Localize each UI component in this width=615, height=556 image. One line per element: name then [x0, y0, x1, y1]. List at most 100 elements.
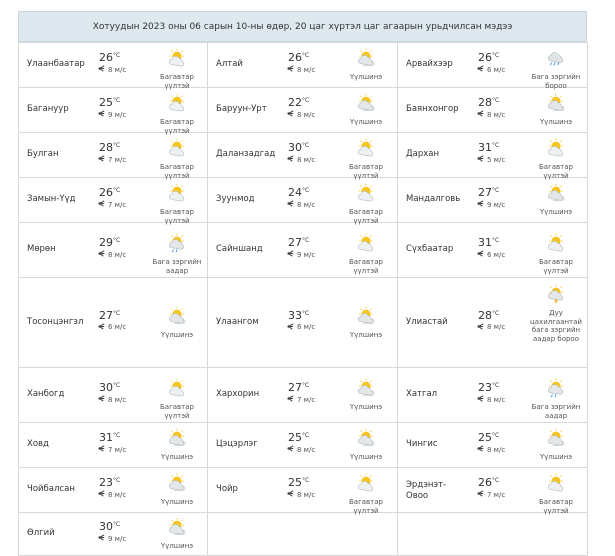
forecast-row: Мөрөн 29°C 8 м/с Бага зэргийн аадар Сайншанд…: [18, 222, 588, 278]
cloudy-icon: [355, 93, 377, 117]
forecast-title: Хотуудын 2023 оны 06 сарын 10-ны өдөр, 2…: [18, 11, 587, 42]
temperature-unit: °C: [302, 309, 310, 317]
temperature: 24°C: [288, 185, 309, 199]
wind-speed: 8 м/с: [487, 445, 506, 454]
temperature-unit: °C: [302, 432, 310, 439]
cloudy-icon: [355, 378, 377, 402]
forecast-row: Ховд 31°C 7 м/с Үүлшинэ Цэцэрлэг 25°C 8 м/с Үүл…: [18, 422, 588, 468]
forecast-row: Чойбалсан 23°C 8 м/с Үүлшинэ Чойр 25°C 8 м/с Ба…: [18, 467, 588, 515]
wind-icon: [286, 322, 295, 333]
city-name: Баганууp: [27, 104, 69, 114]
weather: Үүлшинэ: [147, 428, 207, 462]
city-cell: Хархорин 27°C 7 м/с Үүлшинэ: [207, 367, 398, 423]
wind: 8 м/с: [286, 489, 315, 500]
wind: 7 м/с: [97, 154, 126, 165]
temperature: 27°C: [288, 380, 309, 394]
forecast-row: Замын-Үүд 26°C 7 м/с Багавтар үүлтэй Зуунмод…: [18, 177, 588, 225]
city-cell: Мөрөн 29°C 8 м/с Бага зэргийн аадар: [18, 222, 208, 278]
weather: Бага зэргийн аадар: [526, 378, 586, 420]
weather-condition: Үүлшинэ: [349, 330, 383, 339]
wind-speed: 7 м/с: [487, 490, 506, 499]
weather-condition: Бага зэргийн аадар: [152, 258, 202, 275]
wind-speed: 9 м/с: [108, 110, 127, 119]
temperature-unit: °C: [492, 97, 500, 104]
temperature-value: 26: [288, 51, 302, 64]
temperature-value: 27: [288, 236, 302, 249]
temperature: 26°C: [478, 50, 499, 64]
city-name: Улиастай: [406, 316, 448, 327]
shower-icon: [545, 378, 567, 402]
weather: Багавтар үүлтэй: [147, 183, 207, 225]
wind: 9 м/с: [476, 199, 505, 210]
wind: 8 м/с: [476, 444, 505, 455]
weather-condition: Үүлшинэ: [539, 453, 573, 461]
weather: Үүлшинэ: [147, 517, 207, 551]
wind-speed: 8 м/с: [487, 323, 506, 331]
temperature-value: 25: [478, 431, 492, 444]
city-name: Ханбогд: [27, 389, 65, 399]
wind: 6 м/с: [476, 64, 505, 75]
wind: 9 м/с: [97, 533, 126, 544]
temperature-value: 23: [478, 381, 492, 394]
temperature: 29°C: [99, 235, 120, 249]
weather: Үүлшинэ: [526, 183, 586, 217]
temperature: 25°C: [288, 475, 309, 489]
temperature-unit: °C: [113, 477, 121, 484]
cloudy-icon: [545, 93, 567, 117]
city-cell: Хатгал 23°C 8 м/с Бага зэргийн аадар: [397, 367, 588, 423]
wind-icon: [97, 322, 106, 333]
cloudy-icon: [166, 473, 188, 497]
wind-icon: [97, 109, 106, 120]
weather-condition: Үүлшинэ: [349, 118, 383, 126]
temperature-value: 23: [99, 476, 113, 489]
wind-speed: 6 м/с: [487, 250, 506, 259]
wind-speed: 9 м/с: [487, 200, 506, 209]
wind-speed: 6 м/с: [297, 323, 316, 331]
wind-speed: 7 м/с: [108, 200, 127, 209]
wind: 8 м/с: [286, 199, 315, 210]
temperature-value: 30: [288, 141, 302, 154]
forecast-table-container: Хотуудын 2023 оны 06 сарын 10-ны өдөр, 2…: [18, 11, 588, 556]
weather: Үүлшинэ: [336, 93, 396, 127]
wind: 5 м/с: [476, 154, 505, 165]
temperature: 27°C: [478, 185, 499, 199]
city-name: Даланзадгад: [216, 149, 276, 159]
weather: Багавтар үүлтэй: [336, 473, 396, 515]
city-cell: Улиастай 28°C 8 м/с Дуу цахилгаантай бага з…: [397, 277, 588, 368]
temperature-unit: °C: [113, 237, 121, 244]
weather: Багавтар үүлтэй: [147, 138, 207, 180]
weather: Багавтар үүлтэй: [147, 48, 207, 90]
wind: 7 м/с: [97, 444, 126, 455]
forecast-row: Улаанбаатар 26°C 8 м/с Багавтар үүлтэй Алтай…: [18, 42, 588, 90]
city-cell: Чингис 25°C 8 м/с Үүлшинэ: [397, 422, 588, 468]
city-cell: Мандалговь 27°C 9 м/с Үүлшинэ: [397, 177, 588, 223]
weather: Дуу цахилгаантай бага зэргийн аадар боро…: [526, 284, 586, 343]
temperature: 31°C: [99, 430, 120, 444]
city-cell: Даланзадгад 30°C 8 м/с Багавтар үүлтэй: [207, 132, 398, 180]
weather: Үүлшинэ: [526, 428, 586, 462]
forecast-row: Баганууp 25°C 9 м/с Багавтар үүлтэй Баруун-У…: [18, 87, 588, 135]
temperature-value: 27: [99, 308, 113, 322]
wind-speed: 8 м/с: [297, 155, 316, 164]
temperature-value: 31: [99, 431, 113, 444]
city-name: Чингис: [406, 439, 438, 449]
temperature-value: 31: [478, 141, 492, 154]
wind-icon: [97, 444, 106, 455]
temperature-unit: °C: [492, 142, 500, 149]
wind: 6 м/с: [286, 322, 315, 333]
wind-icon: [286, 394, 295, 405]
wind-icon: [476, 322, 485, 333]
weather: Үүлшинэ: [336, 378, 396, 412]
city-cell: Замын-Үүд 26°C 7 м/с Багавтар үүлтэй: [18, 177, 208, 225]
temperature-value: 27: [288, 381, 302, 394]
wind: 7 м/с: [286, 394, 315, 405]
temperature: 25°C: [288, 430, 309, 444]
wind-icon: [97, 533, 106, 544]
weather: Үүлшинэ: [147, 473, 207, 507]
weather: Үүлшинэ: [336, 306, 396, 340]
partly-cloudy-icon: [166, 138, 188, 162]
wind-icon: [286, 249, 295, 260]
wind-speed: 8 м/с: [297, 200, 316, 209]
wind-speed: 8 м/с: [297, 110, 316, 119]
city-cell: Баянхонгор 28°C 8 м/с Үүлшинэ: [397, 87, 588, 133]
